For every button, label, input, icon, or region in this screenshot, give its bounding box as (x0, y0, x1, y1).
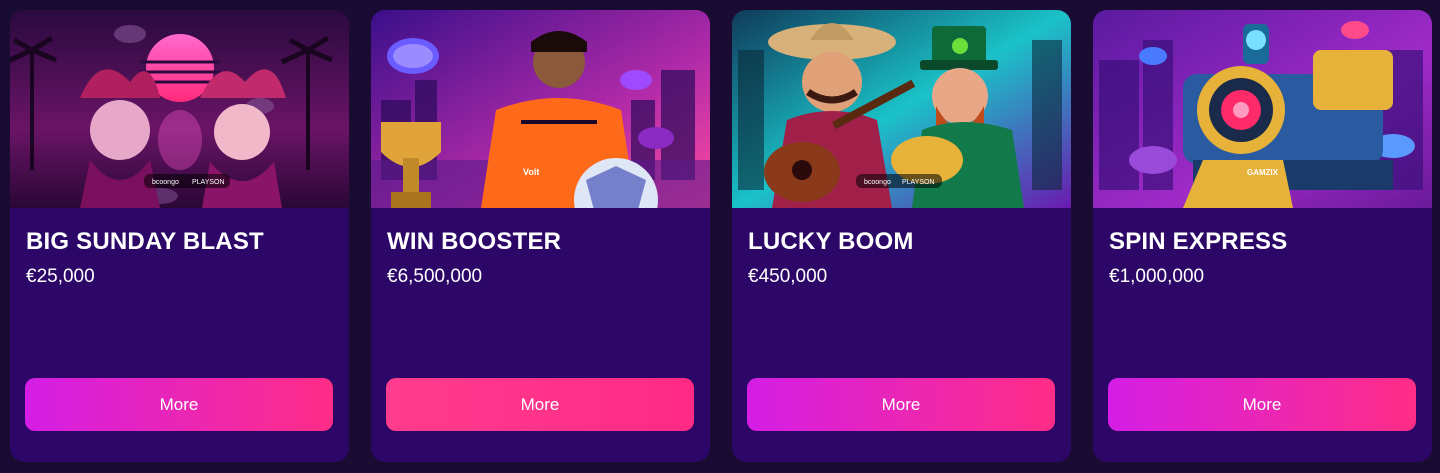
prize-amount: €1,000,000 (1109, 266, 1205, 287)
promo-image-jesters[interactable]: bcoongo PLAYSON (10, 10, 349, 208)
promo-title: BIG SUNDAY BLAST (26, 228, 264, 255)
promo-card[interactable]: bcoongo PLAYSON BIG SUNDAY BLAST €25,000… (10, 10, 349, 462)
provider-logo: bcoongo (864, 179, 891, 186)
promo-title: SPIN EXPRESS (1109, 228, 1288, 255)
promo-image-football[interactable]: Volt (371, 10, 710, 208)
promotions-grid: bcoongo PLAYSON BIG SUNDAY BLAST €25,000… (10, 10, 1432, 462)
prize-amount: €25,000 (26, 266, 95, 287)
more-button[interactable]: More (386, 378, 694, 431)
promo-title: LUCKY BOOM (748, 228, 914, 255)
provider-logo: bcoongo (152, 179, 179, 186)
provider-logo: GAMZIX (1247, 168, 1279, 177)
more-button[interactable]: More (747, 378, 1055, 431)
prize-amount: €450,000 (748, 266, 828, 287)
provider-logo: PLAYSON (902, 179, 935, 186)
provider-logo: PLAYSON (192, 179, 225, 186)
shirt-sponsor-text: Volt (523, 167, 539, 177)
more-button[interactable]: More (1108, 378, 1416, 431)
promo-card[interactable]: Volt WIN BOOSTER €6,500,000 More (371, 10, 710, 462)
promo-card[interactable]: bcoongo PLAYSON LUCKY BOOM €450,000 More (732, 10, 1071, 462)
promo-title: WIN BOOSTER (387, 228, 562, 255)
promo-image-train[interactable]: GAMZIX (1093, 10, 1432, 208)
promo-image-mariachi-leprechaun[interactable]: bcoongo PLAYSON (732, 10, 1071, 208)
prize-amount: €6,500,000 (387, 266, 483, 287)
promo-card[interactable]: GAMZIX SPIN EXPRESS €1,000,000 More (1093, 10, 1432, 462)
more-button[interactable]: More (25, 378, 333, 431)
